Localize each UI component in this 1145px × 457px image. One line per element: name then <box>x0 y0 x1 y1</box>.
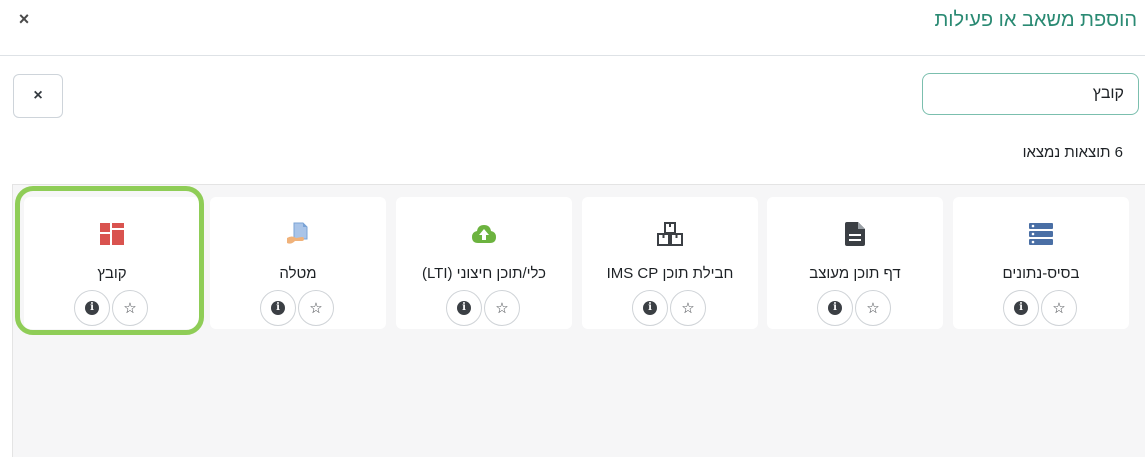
activity-card-database[interactable]: בסיס-נתונים i ☆ <box>953 197 1129 329</box>
info-icon: i <box>85 301 99 315</box>
activity-card-page[interactable]: דף תוכן מעוצב i ☆ <box>767 197 943 329</box>
info-button[interactable]: i <box>74 290 110 326</box>
search-input[interactable] <box>922 73 1139 115</box>
document-page-icon <box>842 221 868 247</box>
activity-card-label: כלי/תוכן חיצוני (LTI) <box>421 265 547 282</box>
star-icon: ☆ <box>866 299 880 317</box>
activity-card-lti[interactable]: כלי/תוכן חיצוני (LTI) i ☆ <box>396 197 572 329</box>
activity-card-assignment[interactable]: מטלה i ☆ <box>210 197 386 329</box>
info-icon: i <box>271 301 285 315</box>
activity-card-label: קובץ <box>97 265 127 282</box>
star-icon: ☆ <box>123 299 137 317</box>
modal-title: הוספת משאב או פעילות <box>934 9 1137 31</box>
star-icon: ☆ <box>1052 299 1066 317</box>
database-list-icon <box>1028 221 1054 247</box>
info-button[interactable]: i <box>632 290 668 326</box>
star-button[interactable]: ☆ <box>112 290 148 326</box>
star-button[interactable]: ☆ <box>670 290 706 326</box>
results-count: 6 תוצאות נמצאו <box>1022 144 1123 161</box>
info-icon: i <box>1014 301 1028 315</box>
star-icon: ☆ <box>495 299 509 317</box>
star-button[interactable]: ☆ <box>484 290 520 326</box>
info-button[interactable]: i <box>446 290 482 326</box>
activity-card-label: דף תוכן מעוצב <box>809 265 901 282</box>
modal-header: הוספת משאב או פעילות × <box>0 0 1145 56</box>
star-button[interactable]: ☆ <box>298 290 334 326</box>
clear-search-button[interactable]: × <box>13 74 63 118</box>
star-icon: ☆ <box>681 299 695 317</box>
activity-card-ims-cp[interactable]: חבילת תוכן IMS CP i ☆ <box>582 197 758 329</box>
info-button[interactable]: i <box>817 290 853 326</box>
upload-puzzle-icon <box>471 221 497 247</box>
info-icon: i <box>828 301 842 315</box>
activity-card-label: חבילת תוכן IMS CP <box>606 265 734 282</box>
star-button[interactable]: ☆ <box>1041 290 1077 326</box>
file-blocks-icon <box>99 221 125 247</box>
boxes-package-icon <box>657 221 683 247</box>
info-icon: i <box>457 301 471 315</box>
star-button[interactable]: ☆ <box>855 290 891 326</box>
info-button[interactable]: i <box>1003 290 1039 326</box>
close-icon[interactable]: × <box>14 9 34 29</box>
activity-card-label: מטלה <box>279 265 317 282</box>
info-button[interactable]: i <box>260 290 296 326</box>
activity-card-label: בסיס-נתונים <box>1002 265 1080 282</box>
activity-card-file[interactable]: קובץ i ☆ <box>24 197 200 329</box>
star-icon: ☆ <box>309 299 323 317</box>
info-icon: i <box>643 301 657 315</box>
assignment-hand-icon <box>285 221 311 247</box>
